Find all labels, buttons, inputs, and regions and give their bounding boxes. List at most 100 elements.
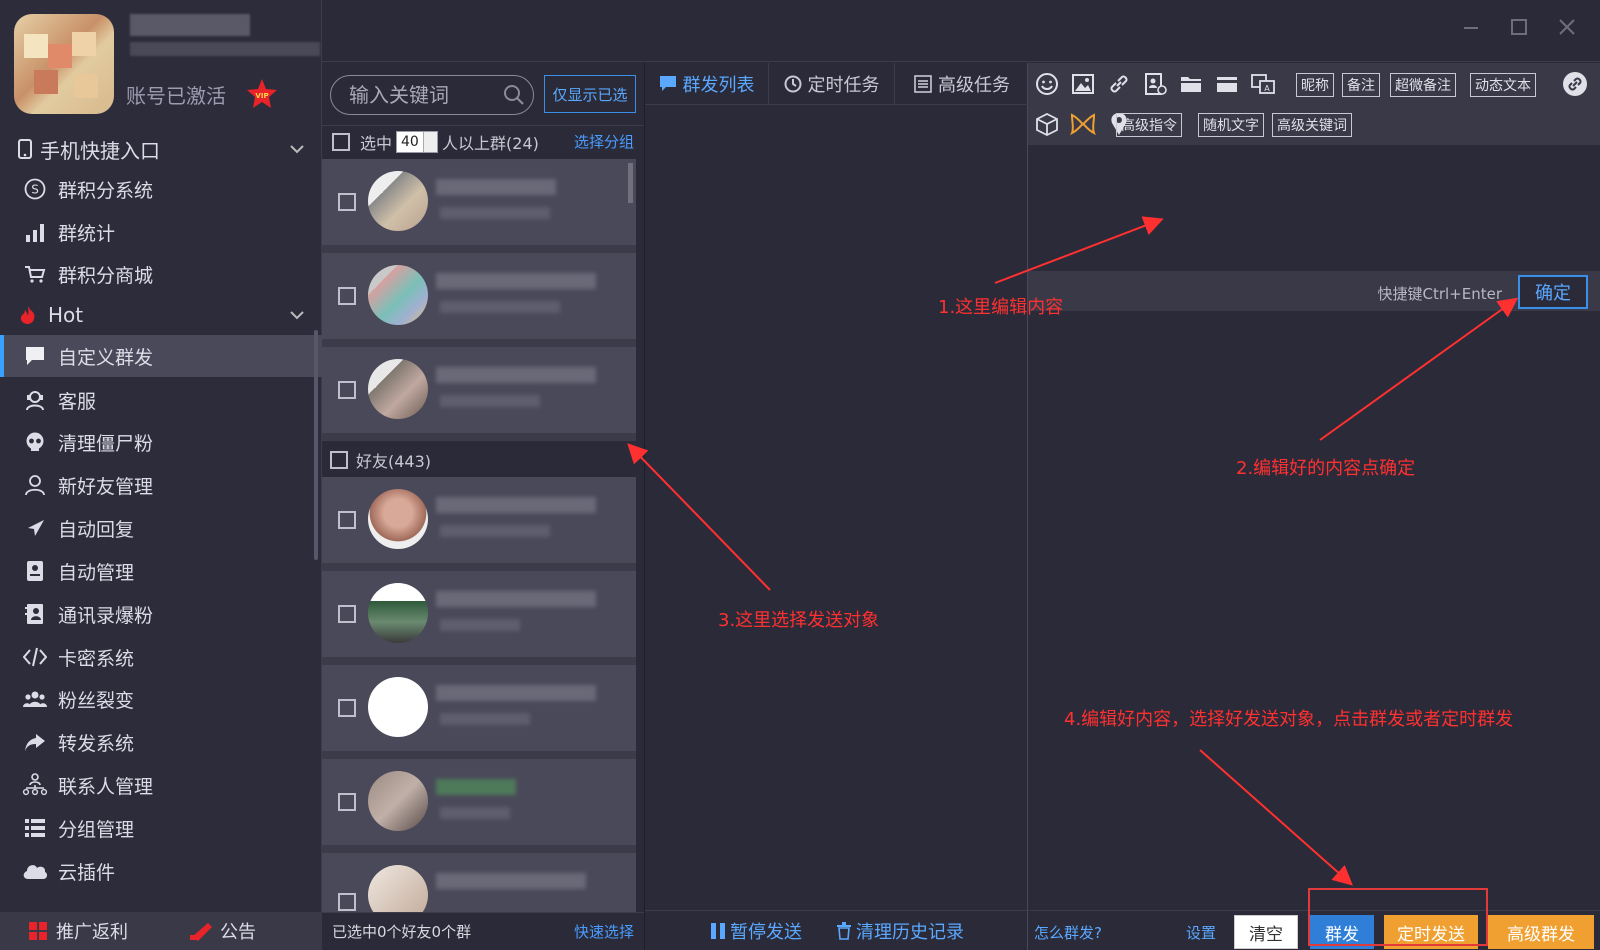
tab-advanced-tasks[interactable]: 高级任务 bbox=[895, 63, 1029, 105]
row-divider bbox=[322, 339, 636, 347]
list-item-checkbox[interactable] bbox=[338, 699, 356, 717]
search-input[interactable] bbox=[349, 82, 499, 108]
search-icon[interactable] bbox=[503, 84, 525, 106]
folder-icon[interactable] bbox=[1178, 71, 1204, 97]
clear-history-button[interactable]: 清理历史记录 bbox=[836, 918, 964, 944]
sidebar-item-points-mall[interactable]: 群积分商城 bbox=[0, 253, 322, 295]
sidebar-item-label: 云插件 bbox=[58, 861, 116, 884]
clear-button[interactable]: 清空 bbox=[1234, 915, 1298, 949]
list-item-checkbox[interactable] bbox=[338, 893, 356, 911]
member-count-stepper[interactable]: 40 bbox=[396, 130, 439, 153]
list-item[interactable] bbox=[322, 159, 636, 245]
document-icon bbox=[27, 561, 43, 581]
account-id-blurred bbox=[130, 42, 320, 56]
image-icon[interactable] bbox=[1070, 71, 1096, 97]
list-item[interactable] bbox=[322, 571, 636, 657]
friend-avatar bbox=[368, 583, 428, 643]
tag-advanced-command[interactable]: 高级指令 bbox=[1116, 113, 1182, 137]
tag-nickname[interactable]: 昵称 bbox=[1296, 73, 1334, 97]
list-item-checkbox[interactable] bbox=[338, 193, 356, 211]
sidebar-item-new-friends[interactable]: 新好友管理 bbox=[0, 464, 322, 506]
tag-advanced-keyword[interactable]: 高级关键词 bbox=[1272, 113, 1352, 137]
bowtie-icon[interactable] bbox=[1070, 111, 1096, 137]
sidebar-group-phone-shortcuts[interactable]: 手机快捷入口 bbox=[0, 130, 322, 168]
list-item-checkbox[interactable] bbox=[338, 511, 356, 529]
list-item-checkbox[interactable] bbox=[338, 605, 356, 623]
sidebar-item-label: 自动管理 bbox=[58, 561, 135, 584]
sidebar-item-label: 清理僵尸粉 bbox=[58, 432, 154, 455]
list-item[interactable] bbox=[322, 347, 636, 433]
promo-rebate-link[interactable]: 推广返利 bbox=[28, 918, 128, 944]
list-item-checkbox[interactable] bbox=[338, 287, 356, 305]
list-item[interactable] bbox=[322, 665, 636, 751]
grid-icon bbox=[29, 922, 47, 940]
chat-bubble-icon bbox=[26, 347, 44, 365]
card-icon[interactable] bbox=[1214, 71, 1240, 97]
sidebar-scrollbar[interactable] bbox=[314, 330, 318, 560]
advanced-broadcast-button[interactable]: 高级群发 bbox=[1488, 915, 1594, 949]
tag-remark[interactable]: 备注 bbox=[1342, 73, 1380, 97]
cube-icon[interactable] bbox=[1034, 111, 1060, 137]
tab-scheduled-tasks[interactable]: 定时任务 bbox=[769, 63, 895, 105]
member-count-value: 40 bbox=[401, 133, 419, 150]
sidebar-item-group-manage[interactable]: 分组管理 bbox=[0, 807, 322, 849]
link-circle-icon[interactable] bbox=[1562, 71, 1588, 97]
settings-link[interactable]: 设置 bbox=[1186, 922, 1216, 943]
translate-icon[interactable]: A bbox=[1250, 71, 1276, 97]
sidebar-item-forwarding[interactable]: 转发系统 bbox=[0, 721, 322, 763]
select-all-groups-checkbox[interactable] bbox=[332, 132, 350, 151]
annotation-step-3: 3.这里选择发送对象 bbox=[718, 610, 880, 631]
how-to-broadcast-link[interactable]: 怎么群发? bbox=[1034, 922, 1102, 943]
chevron-down-icon[interactable] bbox=[290, 142, 304, 156]
tab-broadcast-list[interactable]: 群发列表 bbox=[645, 63, 769, 105]
sidebar-item-custom-broadcast[interactable]: 自定义群发 bbox=[0, 335, 322, 377]
sidebar-item-card-key[interactable]: 卡密系统 bbox=[0, 636, 322, 678]
list-item[interactable] bbox=[322, 477, 636, 563]
message-editor: A 昵称 备注 超微备注 动态文本 高级指令 随机文字 高级关键词 快捷键Ctr… bbox=[1028, 63, 1600, 950]
minimize-icon[interactable] bbox=[1460, 16, 1482, 38]
sidebar-item-zombie-cleanup[interactable]: 清理僵尸粉 bbox=[0, 421, 322, 463]
friend-avatar bbox=[368, 771, 428, 831]
quick-select-link[interactable]: 快速选择 bbox=[574, 921, 634, 942]
sidebar-item-group-points[interactable]: S 群积分系统 bbox=[0, 168, 322, 210]
friend-info-blurred bbox=[440, 713, 530, 725]
list-item[interactable] bbox=[322, 759, 636, 845]
stepper-arrows-icon[interactable] bbox=[423, 131, 438, 152]
editor-toolbar: A 昵称 备注 超微备注 动态文本 高级指令 随机文字 高级关键词 bbox=[1028, 63, 1600, 145]
sidebar-item-contacts-boost[interactable]: 通讯录爆粉 bbox=[0, 593, 322, 635]
sidebar-item-label: 转发系统 bbox=[58, 732, 135, 755]
select-all-friends-checkbox[interactable] bbox=[330, 451, 348, 469]
link-icon[interactable] bbox=[1106, 71, 1132, 97]
pause-send-button[interactable]: 暂停发送 bbox=[710, 918, 802, 944]
list-item[interactable] bbox=[322, 253, 636, 339]
sidebar-item-customer-service[interactable]: 客服 bbox=[0, 379, 322, 421]
list-item-checkbox[interactable] bbox=[338, 381, 356, 399]
avatar[interactable] bbox=[14, 14, 114, 114]
group-name-blurred bbox=[436, 179, 556, 195]
tag-random-text[interactable]: 随机文字 bbox=[1198, 113, 1264, 137]
chevron-down-icon[interactable] bbox=[290, 308, 304, 322]
headset-icon bbox=[26, 391, 44, 411]
emoji-icon[interactable] bbox=[1034, 71, 1060, 97]
confirm-button[interactable]: 确定 bbox=[1518, 275, 1588, 309]
announcement-link[interactable]: 公告 bbox=[190, 918, 256, 944]
contacts-scrollbar[interactable] bbox=[628, 163, 633, 203]
tag-super-remark[interactable]: 超微备注 bbox=[1390, 73, 1456, 97]
sidebar-item-cloud-plugin[interactable]: 云插件 bbox=[0, 850, 322, 892]
choose-group-link[interactable]: 选择分组 bbox=[574, 131, 634, 152]
sidebar-group-hot[interactable]: Hot bbox=[0, 296, 322, 334]
maximize-icon[interactable] bbox=[1508, 16, 1530, 38]
sidebar-item-group-stats[interactable]: 群统计 bbox=[0, 211, 322, 253]
only-selected-button[interactable]: 仅显示已选 bbox=[544, 75, 636, 113]
sidebar-item-fan-fission[interactable]: 粉丝裂变 bbox=[0, 678, 322, 720]
sidebar-item-auto-manage[interactable]: 自动管理 bbox=[0, 550, 322, 592]
list-item[interactable] bbox=[322, 853, 636, 925]
sidebar-item-auto-reply[interactable]: 自动回复 bbox=[0, 507, 322, 549]
list-item-checkbox[interactable] bbox=[338, 793, 356, 811]
contact-card-icon[interactable] bbox=[1142, 71, 1168, 97]
select-label: 选中 bbox=[360, 133, 393, 153]
sidebar-item-contact-manage[interactable]: 联系人管理 bbox=[0, 764, 322, 806]
close-icon[interactable] bbox=[1556, 16, 1578, 38]
tag-dynamic-text[interactable]: 动态文本 bbox=[1470, 73, 1536, 97]
sidebar-item-label: 粉丝裂变 bbox=[58, 689, 135, 712]
